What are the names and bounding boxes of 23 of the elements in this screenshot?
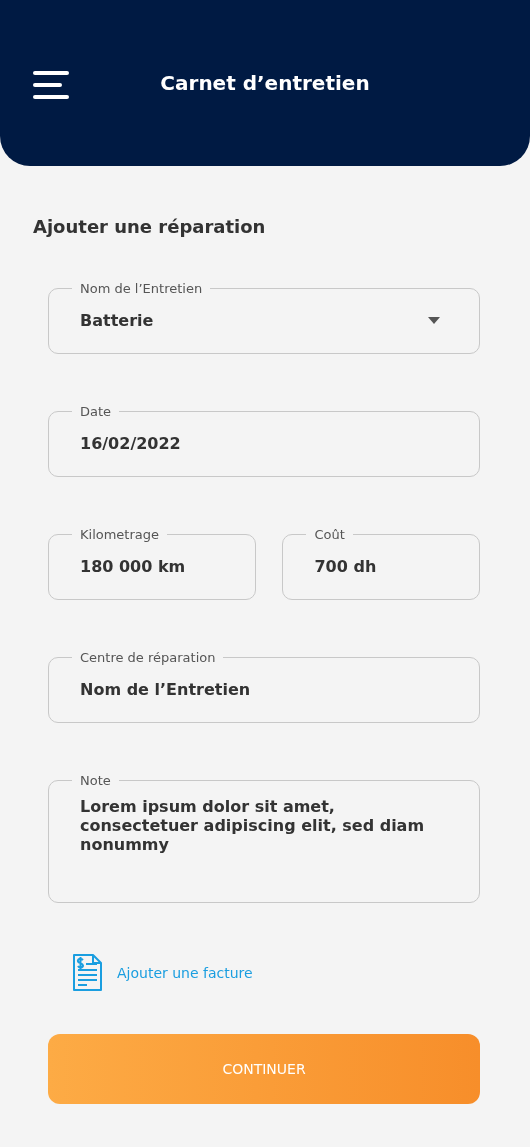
input-field[interactable]: Kilometrage 180 000 km (48, 527, 257, 600)
menu-icon[interactable] (33, 70, 69, 100)
field-label: Coût (313, 527, 346, 542)
field-label: Nom de l’Entretien (79, 281, 204, 296)
dropdown-field[interactable]: Nom de l’Entretien Batterie (48, 281, 480, 354)
field-value: 16/02/2022 (80, 433, 181, 453)
input-field[interactable]: Centre de réparation Nom de l’Entretien (48, 650, 480, 723)
input-field[interactable]: Coût 700 dh (282, 527, 480, 600)
field-value: Lorem ipsum dolor sit amet, consectetuer adipiscing elit, sed diam nonummy (80, 797, 426, 854)
caret-icon (428, 316, 440, 324)
input-field[interactable]: Note Lorem ipsum dolor sit amet, consectetuer adipiscing elit, sed diam nonummy (48, 773, 480, 903)
field-label: Centre de réparation (79, 650, 217, 665)
field-label: Note (79, 773, 112, 788)
field-value: Batterie (80, 310, 154, 330)
invoice-icon (72, 953, 103, 992)
section-title: Ajouter une réparation (33, 216, 267, 237)
field-label: Date (79, 404, 113, 419)
field-label: Kilometrage (79, 527, 161, 542)
field-value: 700 dh (314, 556, 377, 576)
field-value: Nom de l’Entretien (80, 679, 251, 699)
page-title: Carnet d’entretien (160, 71, 370, 95)
input-field[interactable]: Date 16/02/2022 (48, 404, 480, 477)
field-value: 180 000 km (80, 556, 186, 576)
